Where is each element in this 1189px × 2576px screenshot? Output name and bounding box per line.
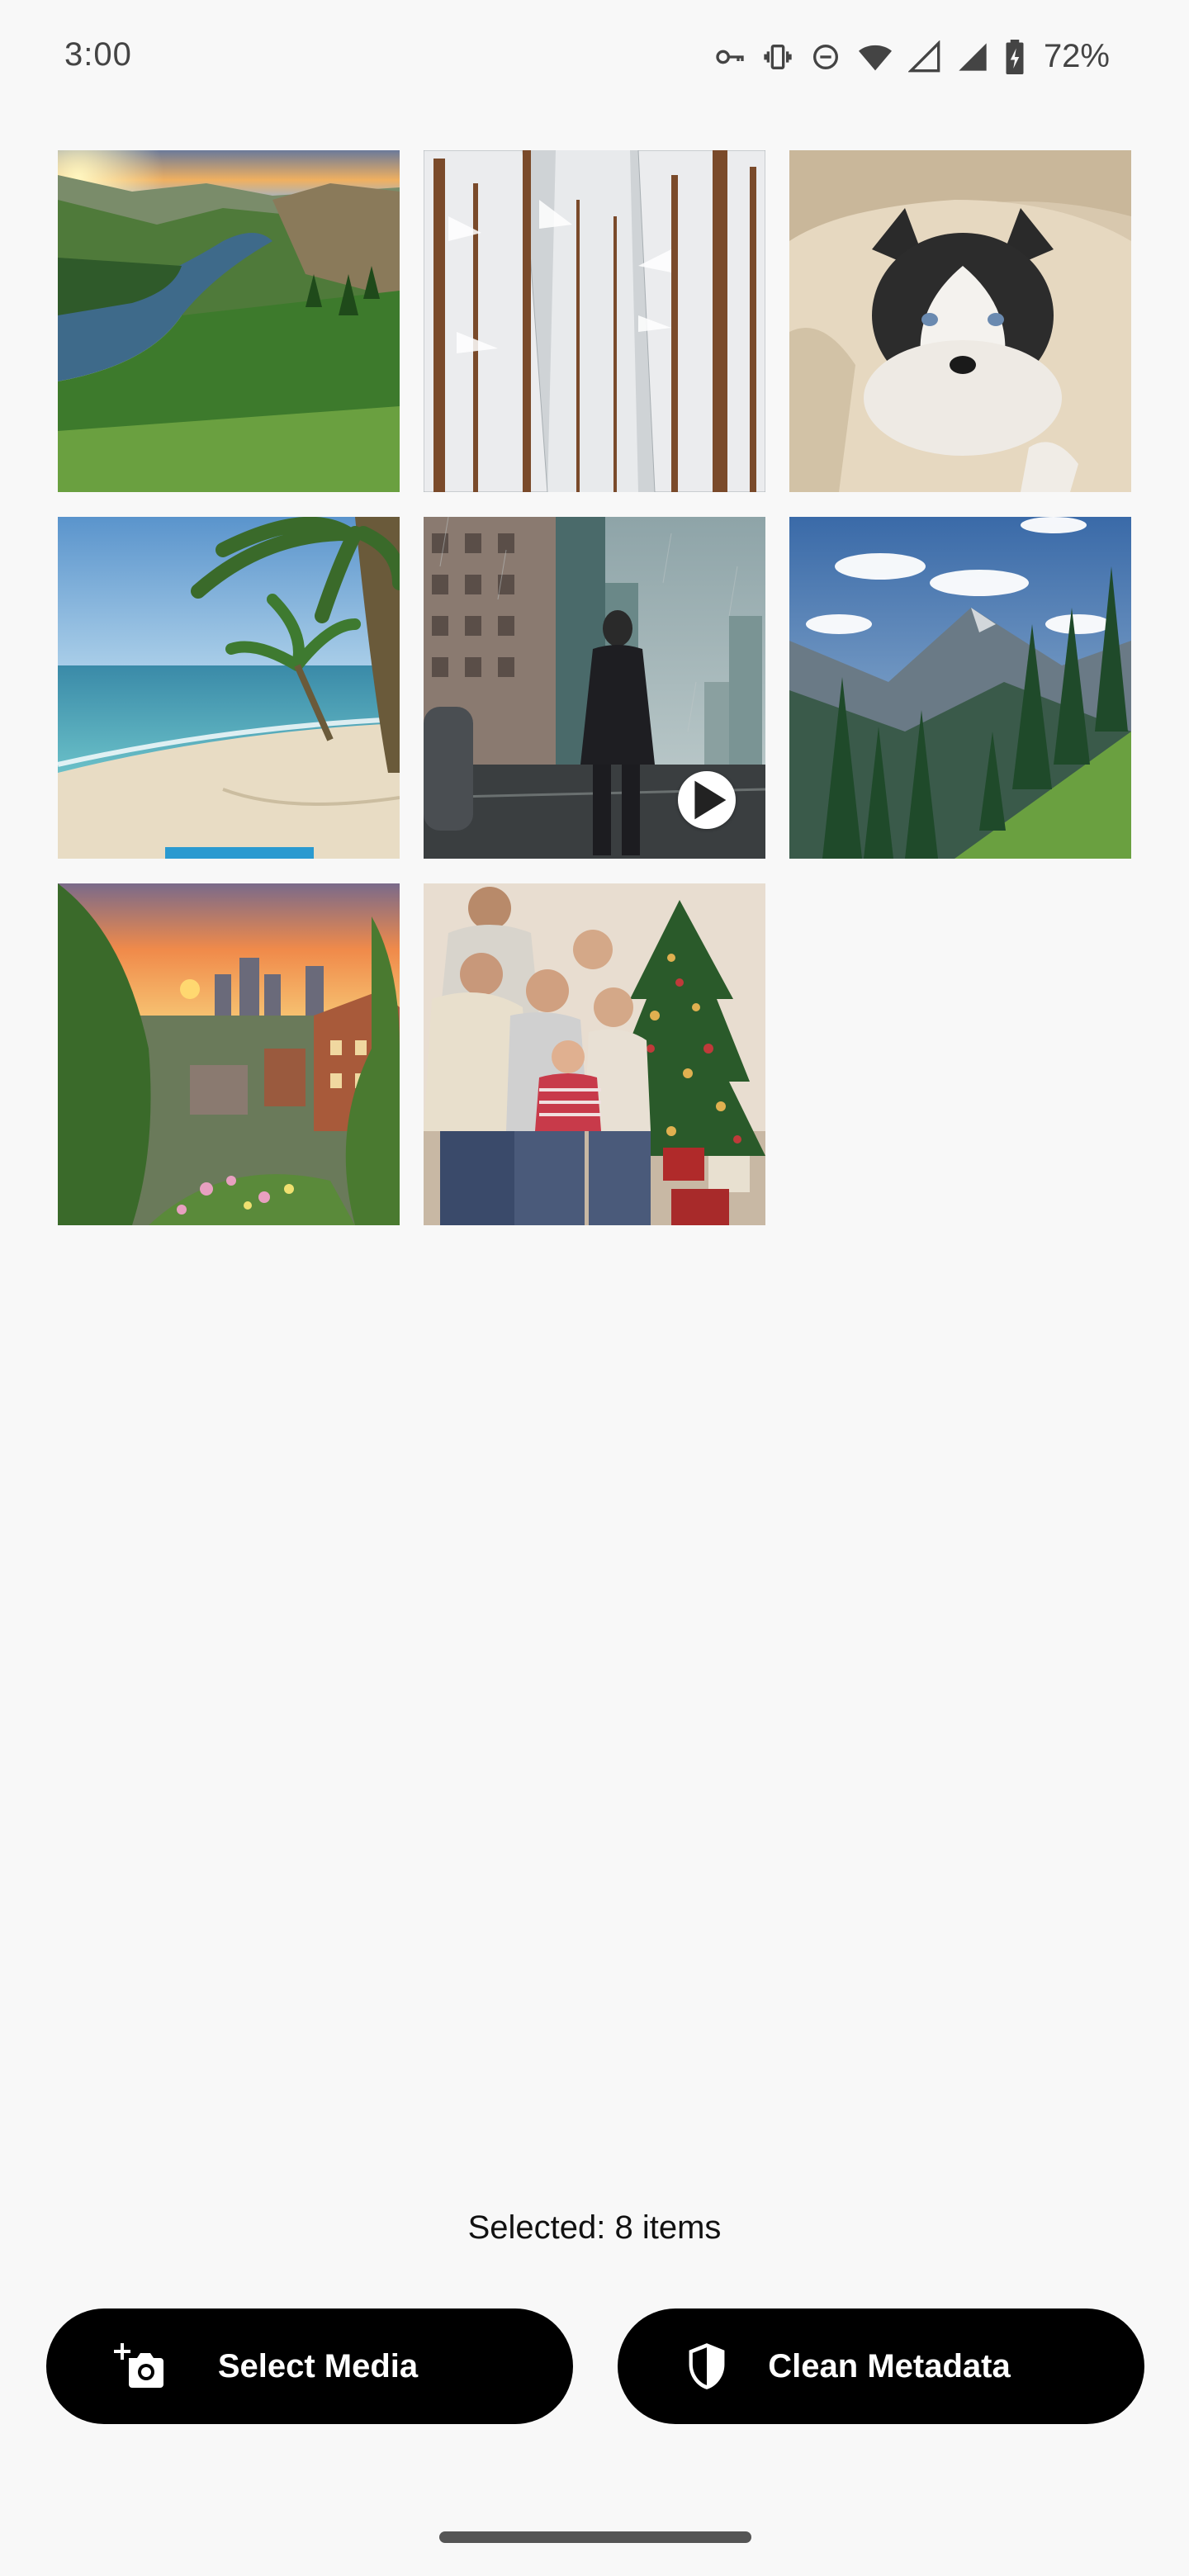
signal-icon bbox=[907, 40, 941, 73]
media-thumbnail-beach[interactable] bbox=[58, 517, 400, 859]
media-thumbnail-river-valley[interactable] bbox=[58, 150, 400, 492]
add-photo-icon bbox=[114, 2342, 167, 2399]
clean-metadata-label: Clean Metadata bbox=[768, 2347, 1011, 2384]
wifi-icon bbox=[857, 40, 893, 73]
home-indicator[interactable] bbox=[439, 2531, 751, 2543]
media-thumbnail-snowy-forest[interactable] bbox=[424, 150, 765, 492]
media-thumbnail-mountain-forest[interactable] bbox=[789, 517, 1131, 859]
selection-count: Selected: 8 items bbox=[467, 2209, 722, 2246]
media-grid bbox=[58, 150, 1131, 1225]
battery-charging-icon bbox=[1004, 39, 1026, 74]
shield-icon bbox=[685, 2342, 728, 2399]
vibrate-icon bbox=[761, 40, 794, 73]
status-time: 3:00 bbox=[64, 36, 132, 73]
do-not-disturb-icon bbox=[809, 40, 842, 73]
media-thumbnail-family-christmas[interactable] bbox=[424, 883, 765, 1225]
select-media-button[interactable]: Select Media bbox=[46, 2308, 573, 2424]
media-thumbnail-town-sunset[interactable] bbox=[58, 883, 400, 1225]
status-icons: 72% bbox=[713, 38, 1110, 75]
signal-icon bbox=[956, 40, 989, 73]
play-icon bbox=[678, 771, 736, 829]
vpn-key-icon bbox=[713, 40, 746, 73]
status-bar: 3:00 72% bbox=[0, 0, 1189, 119]
media-thumbnail-rainy-city-video[interactable] bbox=[424, 517, 765, 859]
clean-metadata-button[interactable]: Clean Metadata bbox=[618, 2308, 1144, 2424]
media-thumbnail-husky[interactable] bbox=[789, 150, 1131, 492]
app-screen: 3:00 72% Selected: 8 items Select Media … bbox=[0, 0, 1189, 2576]
battery-percentage: 72% bbox=[1043, 38, 1110, 74]
select-media-label: Select Media bbox=[217, 2347, 419, 2384]
